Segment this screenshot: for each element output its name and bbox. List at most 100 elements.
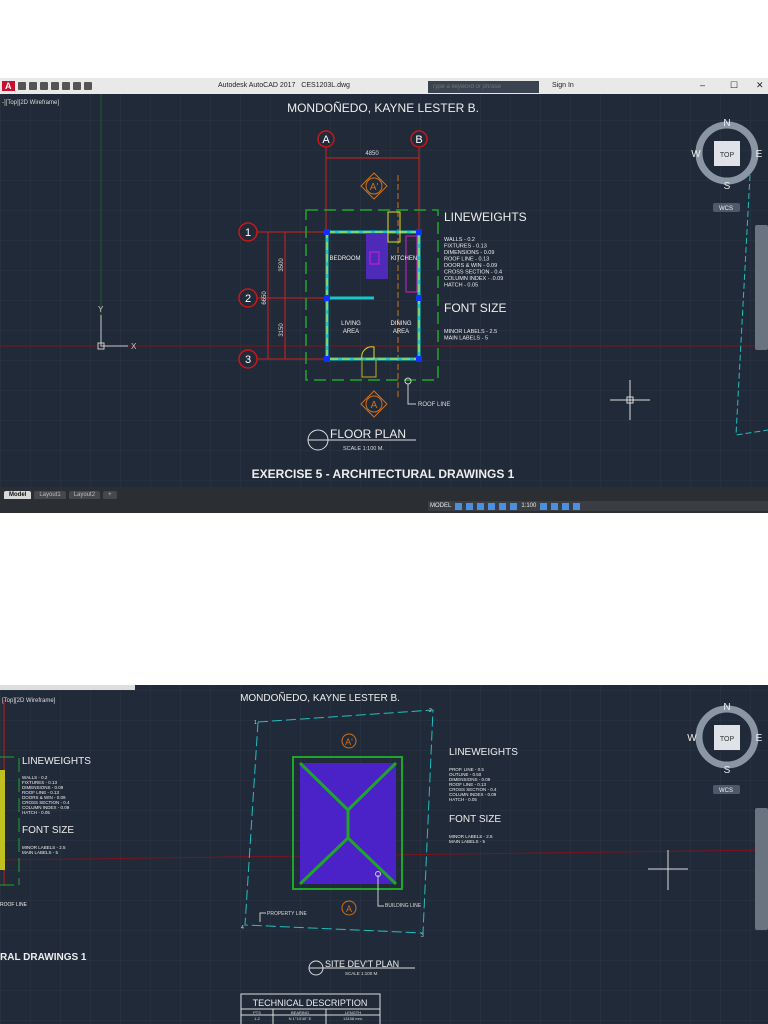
model-space-button[interactable]: MODEL: [430, 503, 451, 509]
fullscreen-icon[interactable]: [562, 502, 570, 510]
redo-icon[interactable]: [83, 82, 92, 90]
osnap-icon[interactable]: [499, 502, 507, 510]
left-roof-line-label: ROOF LINE: [0, 902, 28, 908]
compass-s[interactable]: S: [724, 181, 731, 192]
plan-scale: SCALE 1:100 M.: [343, 446, 384, 452]
lineweights-title-bottom: LINEWEIGHTS: [449, 747, 518, 758]
font-size-item: MAIN LABELS - 5: [449, 839, 486, 844]
autocad-app-button[interactable]: A: [2, 81, 15, 91]
grid-icon[interactable]: [455, 502, 463, 510]
close-button[interactable]: ✕: [756, 80, 764, 91]
dim-width: 4850: [365, 151, 379, 157]
wcs-menu[interactable]: WCS: [719, 788, 733, 794]
polar-icon[interactable]: [488, 502, 496, 510]
drawing-canvas-top[interactable]: -][Top][2D Wireframe] MONDOÑEDO, KAYNE L…: [0, 94, 768, 487]
left-sheet-title: RAL DRAWINGS 1: [0, 952, 87, 963]
undo-icon[interactable]: [72, 82, 81, 90]
room-label-bedroom: BEDROOM: [329, 256, 360, 262]
building-line-label: BUILDING LINE: [385, 903, 422, 909]
isolate-icon[interactable]: [551, 502, 559, 510]
snap-icon[interactable]: [466, 502, 474, 510]
add-layout-button[interactable]: +: [103, 491, 117, 499]
compass-n[interactable]: N: [723, 118, 730, 129]
compass-w[interactable]: W: [691, 149, 701, 160]
save-icon[interactable]: [39, 82, 48, 90]
building-roof-plan: [292, 756, 403, 890]
room-label-dining-area: AREA: [393, 329, 409, 335]
workspace-gear-icon[interactable]: [540, 502, 548, 510]
tab-layout1[interactable]: Layout1: [34, 491, 66, 499]
ortho-icon[interactable]: [477, 502, 485, 510]
left-font-size-title: FONT SIZE: [22, 825, 74, 836]
status-bar: MODEL 1:100: [0, 499, 768, 513]
viewcube-top[interactable]: TOP: [720, 152, 735, 159]
font-size-item: MAIN LABELS - 5: [444, 336, 488, 342]
lineweight-item: FIXTURES - 0.13: [444, 244, 487, 250]
compass-s[interactable]: S: [724, 765, 731, 776]
ucs-y-label: Y: [98, 305, 104, 314]
sign-in-button[interactable]: Sign In: [552, 82, 574, 89]
search-input[interactable]: [428, 81, 539, 93]
table-header: BEARING: [291, 1010, 309, 1015]
open-icon[interactable]: [28, 82, 37, 90]
font-size-item: MINOR LABELS - 2.5: [444, 329, 497, 335]
drawing-canvas-bottom[interactable]: [Top][2D Wireframe] MONDOÑEDO, KAYNE LES…: [0, 685, 768, 1024]
table-cell: 1-2: [254, 1016, 261, 1021]
tab-model[interactable]: Model: [4, 491, 32, 499]
table-header: PTS: [253, 1010, 261, 1015]
annotation-scale[interactable]: 1:100: [521, 503, 536, 509]
point-label: 2: [429, 708, 432, 714]
app-title: Autodesk AutoCAD 2017: [218, 82, 296, 89]
layout-tabs: Model Layout1 Layout2 +: [0, 487, 768, 499]
left-font-size-item: MAIN LABELS - 5: [22, 850, 59, 855]
wcs-menu[interactable]: WCS: [719, 206, 733, 212]
lineweights-title: LINEWEIGHTS: [444, 210, 527, 224]
plan-title: FLOOR PLAN: [330, 427, 406, 441]
property-line-label: PROPERTY LINE: [267, 911, 307, 917]
compass-e[interactable]: E: [756, 149, 763, 160]
viewcube-top[interactable]: TOP: [720, 736, 735, 743]
viewport-label[interactable]: -][Top][2D Wireframe]: [2, 100, 59, 106]
minimize-button[interactable]: –: [700, 80, 705, 90]
lineweight-item: DOORS & WIN - 0.09: [444, 263, 497, 269]
table-cell: N 1°10'40" E: [289, 1016, 312, 1021]
title-bar: A Autodesk AutoCAD 2017 CES1203L.dwg Sig…: [0, 78, 768, 94]
lineweight-item: ROOF LINE - 0.13: [444, 257, 489, 263]
lineweight-item: WALLS - 0.2: [444, 237, 475, 243]
sheet-title: EXERCISE 5 - ARCHITECTURAL DRAWINGS 1: [252, 467, 515, 481]
print-icon[interactable]: [61, 82, 70, 90]
new-icon[interactable]: [17, 82, 26, 90]
compass-w[interactable]: W: [687, 733, 697, 744]
compass-e[interactable]: E: [756, 733, 763, 744]
font-size-title-bottom: FONT SIZE: [449, 814, 501, 825]
point-label: 3: [421, 933, 424, 939]
section-mark-top: A': [370, 182, 379, 193]
window-title: Autodesk AutoCAD 2017 CES1203L.dwg: [218, 82, 350, 89]
point-label: 1: [254, 720, 257, 726]
left-lineweight-item: HATCH - 0.05: [22, 810, 50, 815]
save-as-icon[interactable]: [50, 82, 59, 90]
section-mark-bottom-bottom: A: [346, 904, 352, 914]
table-title: TECHNICAL DESCRIPTION: [253, 998, 368, 1008]
room-label-dining: DINING: [391, 321, 412, 327]
roof-line-label: ROOF LINE: [418, 402, 450, 408]
site-plan-title: SITE DEV'T PLAN: [325, 959, 399, 969]
dim-bottom: 3150: [279, 323, 285, 337]
site-plan-scale: SCALE 1:100 M.: [345, 971, 379, 976]
font-size-title: FONT SIZE: [444, 301, 506, 315]
dim-total: 6650: [262, 291, 268, 305]
toolbar-fragment: [0, 685, 135, 690]
quick-access-toolbar: A: [2, 81, 92, 91]
table-cell: 13158 mm.: [343, 1016, 363, 1021]
navigation-bar[interactable]: [755, 225, 768, 350]
maximize-button[interactable]: ☐: [730, 80, 738, 91]
annotation-icon[interactable]: [510, 502, 518, 510]
grid-label-a: A: [322, 134, 330, 146]
ucs-x-label: X: [131, 342, 137, 351]
wall-fragment: [0, 770, 5, 870]
customize-menu-icon[interactable]: [573, 502, 581, 510]
compass-n[interactable]: N: [723, 702, 730, 713]
tab-layout2[interactable]: Layout2: [68, 491, 101, 499]
viewport-label-bottom[interactable]: [Top][2D Wireframe]: [2, 698, 56, 704]
navigation-bar-bottom[interactable]: [755, 808, 768, 930]
